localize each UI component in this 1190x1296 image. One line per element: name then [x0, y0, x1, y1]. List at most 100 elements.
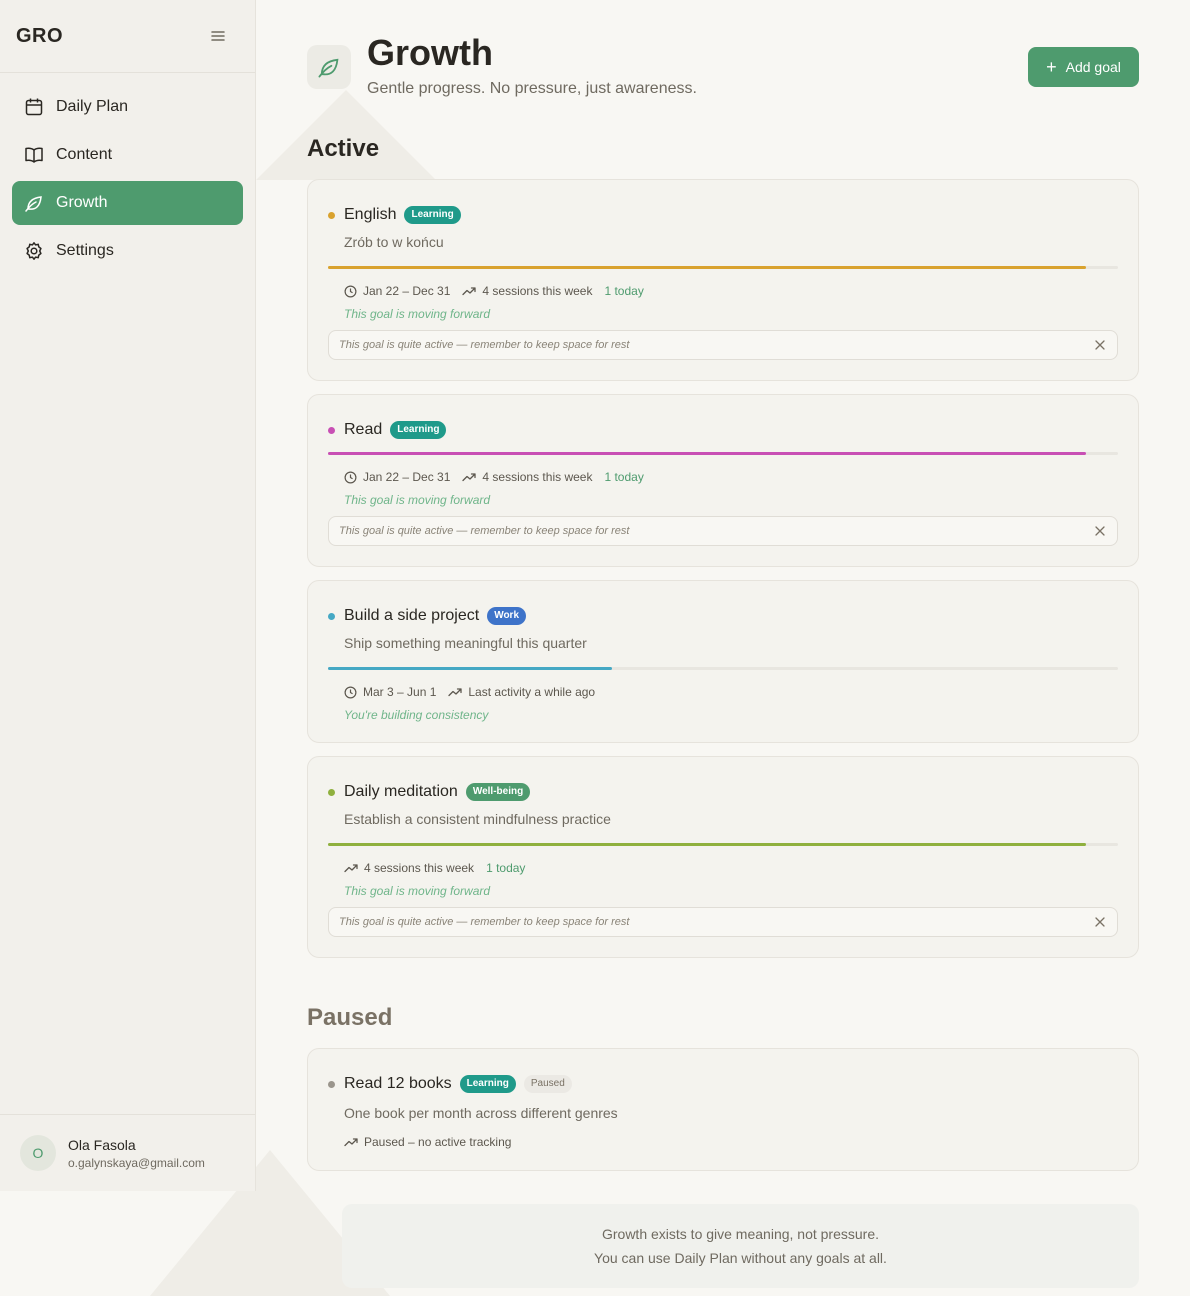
goal-color-dot [328, 612, 335, 620]
rest-reminder: This goal is quite active — remember to … [328, 516, 1118, 546]
goal-meta: Jan 22 – Dec 31 4 sessions this week 1 t… [344, 469, 1118, 485]
goal-card[interactable]: Daily meditation Well-being Establish a … [307, 756, 1139, 958]
category-badge: Learning [404, 206, 461, 224]
category-badge: Well-being [465, 783, 531, 801]
clock-icon [344, 686, 357, 698]
rest-reminder: This goal is quite active — remember to … [328, 330, 1118, 360]
goal-sessions: Last activity a while ago [468, 685, 596, 699]
footer-line: Growth exists to give meaning, not press… [601, 1226, 880, 1242]
goal-description: Zrób to w końcu [344, 234, 444, 250]
goal-card[interactable]: Read Learning Jan 22 – Dec 31 4 sessions… [307, 394, 1139, 567]
sidebar-item-label: Daily Plan [56, 98, 129, 115]
goal-color-dot [328, 426, 335, 434]
user-name: Ola Fasola [68, 1136, 136, 1153]
category-badge: Work [487, 607, 527, 625]
goal-card[interactable]: English Learning Zrób to w końcu Jan 22 … [307, 179, 1139, 381]
progress-fill [328, 266, 1087, 269]
leaf-icon [24, 193, 44, 213]
goal-color-dot [328, 1080, 335, 1088]
sidebar-item-content[interactable]: Content [12, 133, 243, 177]
app-logo: GRO [16, 24, 64, 47]
category-badge: Learning [390, 421, 447, 439]
add-goal-label: Add goal [1065, 59, 1121, 75]
footer-note: Growth exists to give meaning, not press… [342, 1204, 1139, 1288]
progress-bar [328, 843, 1118, 846]
goal-meta: 4 sessions this week 1 today [344, 860, 1118, 876]
add-goal-button[interactable]: + Add goal [1028, 47, 1139, 87]
main-content: Growth Gentle progress. No pressure, jus… [307, 0, 1139, 1288]
goal-today: 1 today [604, 284, 644, 298]
calendar-icon [24, 97, 44, 117]
goal-status: This goal is moving forward [344, 884, 491, 898]
progress-bar [328, 266, 1118, 269]
goal-meta: Jan 22 – Dec 31 4 sessions this week 1 t… [344, 283, 1118, 299]
rest-reminder-text: This goal is quite active — remember to … [339, 339, 630, 351]
goal-description: One book per month across different genr… [344, 1105, 618, 1121]
goal-description: Ship something meaningful this quarter [344, 635, 587, 651]
trend-icon [344, 864, 358, 873]
goal-card[interactable]: Build a side project Work Ship something… [307, 580, 1139, 743]
page-header: Growth Gentle progress. No pressure, jus… [307, 0, 1139, 120]
clock-icon [344, 285, 357, 297]
sidebar-item-label: Growth [56, 194, 108, 211]
book-icon [24, 145, 44, 165]
sidebar-item-growth[interactable]: Growth [12, 181, 243, 225]
sidebar-item-label: Content [56, 146, 113, 163]
plus-icon: + [1046, 57, 1057, 77]
sidebar-header: GRO [0, 0, 255, 73]
status-badge: Paused [523, 1075, 572, 1093]
progress-bar [328, 452, 1118, 455]
trend-icon [344, 1138, 358, 1147]
goal-status: This goal is moving forward [344, 493, 491, 507]
clock-icon [344, 471, 357, 483]
goal-sessions: 4 sessions this week [364, 861, 475, 875]
goal-color-dot [328, 788, 335, 796]
goal-title: English [344, 206, 397, 223]
rest-reminder-text: This goal is quite active — remember to … [339, 916, 630, 928]
goal-meta: Paused – no active tracking [344, 1134, 1118, 1150]
goal-dates: Jan 22 – Dec 31 [363, 284, 451, 298]
page-subtitle: Gentle progress. No pressure, just aware… [367, 80, 697, 97]
trend-icon [462, 287, 477, 296]
footer-line: You can use Daily Plan without any goals… [594, 1250, 887, 1266]
category-badge: Learning [459, 1075, 516, 1093]
sidebar-nav: Daily Plan Content Growth Settings [0, 73, 255, 289]
sidebar-item-settings[interactable]: Settings [12, 229, 243, 273]
goal-tracking: Paused – no active tracking [364, 1135, 512, 1149]
goal-title: Read [344, 421, 383, 438]
close-icon[interactable] [1093, 524, 1107, 538]
goal-title: Read 12 books [344, 1075, 452, 1092]
close-icon[interactable] [1093, 338, 1107, 352]
trend-icon [448, 688, 463, 697]
section-title-active: Active [307, 135, 380, 162]
rest-reminder-text: This goal is quite active — remember to … [339, 525, 630, 537]
goal-title: Build a side project [344, 607, 480, 624]
goal-color-dot [328, 211, 335, 219]
trend-icon [462, 473, 477, 482]
sidebar-item-daily-plan[interactable]: Daily Plan [12, 85, 243, 129]
sidebar-item-label: Settings [56, 242, 114, 259]
progress-bar [328, 667, 1118, 670]
goal-dates: Mar 3 – Jun 1 [363, 685, 437, 699]
sidebar: GRO Daily Plan Content Growth Settings O… [0, 0, 256, 1191]
goal-meta: Mar 3 – Jun 1 Last activity a while ago [344, 684, 1118, 700]
menu-icon[interactable] [209, 27, 227, 45]
rest-reminder: This goal is quite active — remember to … [328, 907, 1118, 937]
section-title-paused: Paused [307, 1004, 393, 1031]
progress-fill [328, 452, 1087, 455]
gear-icon [24, 241, 44, 261]
user-profile[interactable]: O Ola Fasola o.galynskaya@gmail.com [0, 1114, 255, 1191]
user-email: o.galynskaya@gmail.com [68, 1155, 205, 1170]
goal-sessions: 4 sessions this week [482, 470, 593, 484]
progress-fill [328, 667, 613, 670]
goal-today: 1 today [604, 470, 644, 484]
goal-title: Daily meditation [344, 783, 458, 800]
goal-status: This goal is moving forward [344, 307, 491, 321]
goal-description: Establish a consistent mindfulness pract… [344, 811, 611, 827]
goal-sessions: 4 sessions this week [482, 284, 593, 298]
close-icon[interactable] [1093, 915, 1107, 929]
goal-status: You're building consistency [344, 708, 489, 722]
paused-goal-card[interactable]: Read 12 books Learning Paused One book p… [307, 1048, 1139, 1171]
page-title: Growth [367, 32, 493, 73]
progress-fill [328, 843, 1087, 846]
